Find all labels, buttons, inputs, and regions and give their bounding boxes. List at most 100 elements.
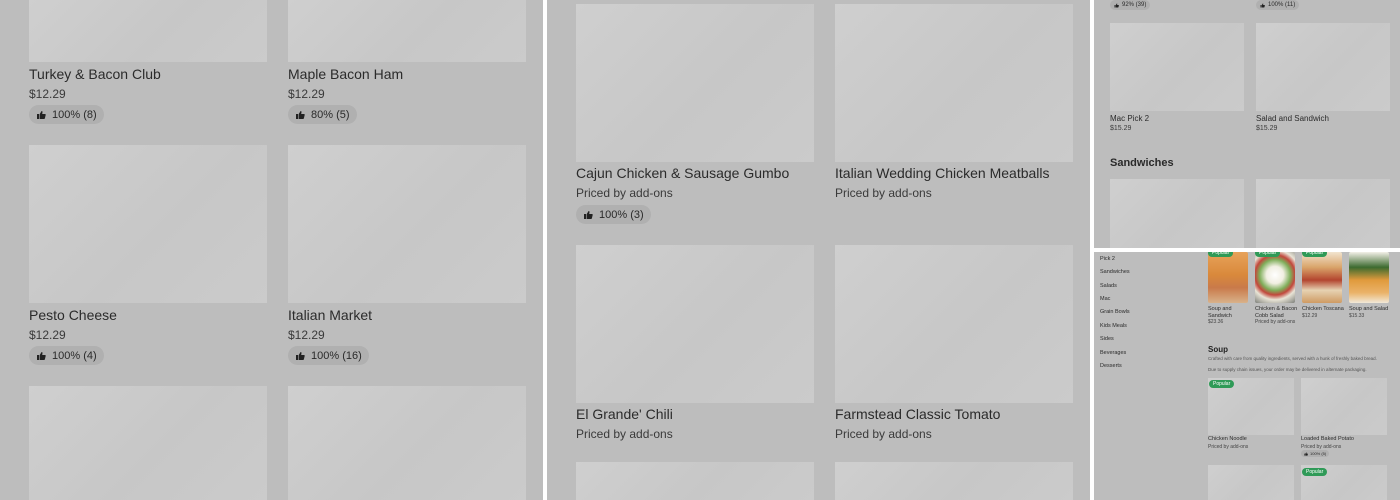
nav-item-desserts[interactable]: Desserts: [1100, 363, 1122, 369]
item-image[interactable]: [1256, 179, 1390, 248]
item-price: $15.29: [1256, 125, 1278, 132]
item-title[interactable]: Farmstead Classic Tomato: [835, 406, 1000, 422]
rating-text: 100% (8): [52, 108, 97, 121]
rating-badge: 100% (5): [1301, 450, 1330, 457]
thumbs-up-icon: [1260, 3, 1265, 7]
item-price: $12.29: [288, 87, 325, 101]
item-title[interactable]: El Grande' Chili: [576, 406, 673, 422]
item-price: Priced by add-ons: [835, 186, 932, 200]
rating-text: 80% (5): [311, 108, 350, 121]
item-image[interactable]: [576, 245, 814, 403]
item-title[interactable]: Cajun Chicken & Sausage Gumbo: [576, 165, 789, 181]
thumbs-up-icon: [296, 110, 305, 119]
item-price: Priced by add-ons: [1255, 319, 1296, 325]
thumbs-up-icon: [1304, 451, 1308, 456]
nav-item-mac[interactable]: Mac: [1100, 296, 1110, 302]
item-image[interactable]: [29, 386, 267, 500]
item-title[interactable]: Turkey & Bacon Club: [29, 66, 161, 82]
item-title[interactable]: Pesto Cheese: [29, 307, 117, 323]
item-title[interactable]: Mac Pick 2: [1110, 114, 1149, 123]
menu-panel-pick2: 92% (39) 100% (11) Mac Pick 2 $15.29 Sal…: [1094, 0, 1400, 248]
item-image[interactable]: [1256, 23, 1390, 111]
item-image[interactable]: [1110, 23, 1244, 111]
rating-text: 100% (3): [599, 208, 644, 221]
menu-panel-sandwiches: Turkey & Bacon Club $12.29 100% (8) Mapl…: [0, 0, 543, 500]
item-image[interactable]: Popular: [1301, 465, 1387, 500]
item-price: Priced by add-ons: [835, 427, 932, 441]
item-image[interactable]: Popular: [1255, 252, 1295, 303]
nav-item-salads[interactable]: Salads: [1100, 283, 1117, 289]
item-title[interactable]: Chicken Noodle: [1208, 436, 1247, 443]
item-image[interactable]: [29, 0, 267, 62]
rating-text: 100% (5): [1310, 451, 1327, 456]
item-image[interactable]: [576, 462, 814, 500]
nav-item-beverages[interactable]: Beverages: [1100, 350, 1126, 356]
item-price: $12.29: [288, 328, 325, 342]
item-image[interactable]: [288, 0, 526, 62]
item-image[interactable]: [1349, 252, 1389, 303]
item-price: Priced by add-ons: [576, 186, 673, 200]
item-image[interactable]: [29, 145, 267, 303]
item-image[interactable]: [835, 462, 1073, 500]
rating-badge: 100% (8): [29, 105, 104, 124]
item-title[interactable]: Italian Market: [288, 307, 372, 323]
nav-item-sandwiches[interactable]: Sandwiches: [1100, 269, 1130, 275]
nav-item-sides[interactable]: Sides: [1100, 336, 1114, 342]
item-title[interactable]: Soup and Sandwich: [1208, 306, 1252, 319]
item-title[interactable]: Salad and Sandwich: [1256, 114, 1329, 123]
item-title[interactable]: Loaded Baked Potato: [1301, 436, 1354, 443]
item-title[interactable]: Soup and Salad: [1349, 306, 1393, 313]
popular-badge: Popular: [1302, 252, 1328, 257]
nav-item-grain-bowls[interactable]: Grain Bowls: [1100, 309, 1130, 315]
item-image[interactable]: [288, 145, 526, 303]
item-price: $15.33: [1349, 313, 1365, 319]
rating-badge: 100% (16): [288, 346, 369, 365]
item-image[interactable]: Popular: [1208, 252, 1248, 303]
item-title[interactable]: Chicken Toscana: [1302, 306, 1346, 313]
item-image[interactable]: [835, 245, 1073, 403]
section-description: Crafted with care from quality ingredien…: [1208, 356, 1377, 361]
item-image[interactable]: [835, 4, 1073, 162]
popular-badge: Popular: [1209, 380, 1235, 388]
item-price: Priced by add-ons: [1208, 444, 1249, 450]
popular-badge: Popular: [1208, 252, 1234, 257]
item-image[interactable]: [288, 386, 526, 500]
item-image[interactable]: Popular: [1208, 378, 1294, 435]
item-price: $23.36: [1208, 319, 1224, 325]
rating-badge: 100% (11): [1256, 0, 1300, 10]
section-note: Due to supply chain issues, your order m…: [1208, 367, 1367, 372]
rating-badge: 100% (3): [576, 205, 651, 224]
item-title[interactable]: Chicken & Bacon Cobb Salad: [1255, 306, 1299, 319]
item-price: $12.29: [29, 328, 66, 342]
popular-badge: Popular: [1302, 468, 1328, 476]
thumbs-up-icon: [584, 210, 593, 219]
thumbs-up-icon: [37, 110, 46, 119]
nav-item-kids-meals[interactable]: Kids Meals: [1100, 323, 1127, 329]
item-price: $12.29: [1302, 313, 1318, 319]
menu-panel-soups: Cajun Chicken & Sausage Gumbo Priced by …: [547, 0, 1090, 500]
item-price: Priced by add-ons: [576, 427, 673, 441]
section-heading: Soup: [1208, 345, 1228, 354]
item-image[interactable]: [1110, 179, 1244, 248]
item-title[interactable]: Maple Bacon Ham: [288, 66, 403, 82]
rating-badge: 100% (4): [29, 346, 104, 365]
item-image[interactable]: [1301, 378, 1387, 435]
item-price: $12.29: [29, 87, 66, 101]
item-price: $15.29: [1110, 125, 1132, 132]
item-image[interactable]: Popular: [1302, 252, 1342, 303]
rating-text: 100% (11): [1268, 2, 1296, 8]
rating-text: 100% (16): [311, 349, 362, 362]
rating-text: 100% (4): [52, 349, 97, 362]
section-heading: Sandwiches: [1110, 157, 1174, 169]
rating-text: 92% (39): [1122, 2, 1147, 8]
thumbs-up-icon: [296, 351, 305, 360]
rating-badge: 92% (39): [1110, 0, 1151, 10]
nav-item-pick2[interactable]: Pick 2: [1100, 256, 1115, 262]
item-title[interactable]: Italian Wedding Chicken Meatballs: [835, 165, 1050, 181]
item-image[interactable]: [576, 4, 814, 162]
item-image[interactable]: [1208, 465, 1294, 500]
popular-badge: Popular: [1255, 252, 1281, 257]
rating-badge: 80% (5): [288, 105, 357, 124]
thumbs-up-icon: [37, 351, 46, 360]
thumbs-up-icon: [1114, 3, 1119, 7]
